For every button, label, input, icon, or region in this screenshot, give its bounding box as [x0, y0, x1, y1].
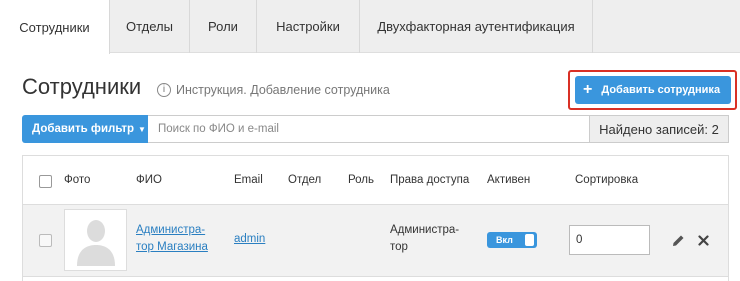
- access-line: тор: [390, 241, 408, 253]
- toggle-label: Вкл: [496, 235, 513, 245]
- column-access[interactable]: Права доступа: [390, 174, 469, 186]
- help-link[interactable]: Инструкция. Добавление сотрудника: [176, 83, 390, 97]
- avatar: [64, 209, 127, 271]
- tab-settings[interactable]: Настройки: [257, 0, 360, 53]
- column-active[interactable]: Активен: [487, 174, 530, 186]
- tab-label: Сотрудники: [19, 19, 90, 35]
- tab-roles[interactable]: Роли: [190, 0, 257, 53]
- add-employee-label: Добавить сотрудника: [601, 84, 721, 96]
- column-sort[interactable]: Сортировка: [575, 174, 638, 186]
- column-role[interactable]: Роль: [348, 174, 374, 186]
- toggle-knob: [525, 234, 534, 246]
- tab-label: Роли: [208, 19, 238, 34]
- tab-label: Двухфакторная аутентификация: [377, 19, 575, 34]
- table-row: Администра- тор Магазина admin Администр…: [23, 205, 728, 277]
- row-checkbox[interactable]: [39, 234, 52, 247]
- tab-employees[interactable]: Сотрудники: [0, 0, 110, 54]
- add-filter-label: Добавить фильтр: [32, 123, 135, 135]
- tab-two-factor[interactable]: Двухфакторная аутентификация: [360, 0, 593, 53]
- column-name[interactable]: ФИО: [136, 174, 162, 186]
- employee-name-link[interactable]: Администра- тор Магазина: [136, 222, 208, 256]
- tab-label: Отделы: [126, 19, 173, 34]
- table-header: Фото ФИО Email Отдел Роль Права доступа …: [23, 156, 728, 205]
- column-email[interactable]: Email: [234, 174, 263, 186]
- active-toggle[interactable]: Вкл: [487, 232, 537, 248]
- select-all-checkbox[interactable]: [39, 175, 52, 188]
- column-department[interactable]: Отдел: [288, 174, 321, 186]
- found-count: Найдено записей: 2: [589, 115, 729, 143]
- name-line: Администра-: [136, 224, 206, 236]
- info-icon[interactable]: i: [157, 83, 171, 97]
- employees-table: Фото ФИО Email Отдел Роль Права доступа …: [22, 155, 729, 281]
- name-line: тор Магазина: [136, 241, 208, 253]
- page-title: Сотрудники: [22, 74, 142, 99]
- close-icon[interactable]: [698, 235, 709, 246]
- user-placeholder-icon: [76, 220, 115, 266]
- add-filter-button[interactable]: Добавить фильтр ▼: [22, 115, 148, 143]
- pencil-icon[interactable]: [672, 234, 685, 247]
- access-rights: Администра- тор: [390, 222, 459, 256]
- access-line: Администра-: [390, 224, 460, 236]
- search-input[interactable]: [148, 115, 590, 143]
- sort-order-input[interactable]: [569, 225, 650, 255]
- caret-down-icon: ▼: [138, 124, 146, 134]
- column-photo: Фото: [64, 174, 91, 186]
- employee-email-link[interactable]: admin: [234, 231, 265, 248]
- tab-departments[interactable]: Отделы: [110, 0, 190, 53]
- tab-bar: Сотрудники Отделы Роли Настройки Двухфак…: [0, 0, 740, 54]
- tab-label: Настройки: [276, 19, 340, 34]
- plus-icon: +: [583, 81, 593, 98]
- add-employee-button[interactable]: + Добавить сотрудника: [575, 76, 731, 104]
